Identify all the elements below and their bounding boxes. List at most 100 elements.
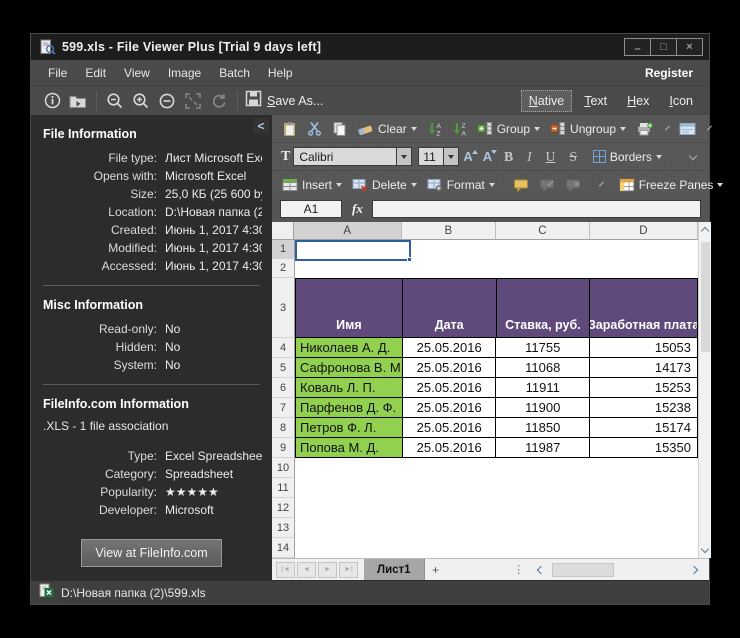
freeze-panes-button[interactable]: Freeze Panes xyxy=(615,176,728,194)
name-cell[interactable]: Коваль Л. П. xyxy=(295,378,403,398)
cut-button[interactable] xyxy=(303,119,326,138)
table-header-cell[interactable]: Заработная плата xyxy=(590,278,698,338)
rate-cell[interactable]: 11900 xyxy=(496,398,591,418)
scroll-up-icon[interactable] xyxy=(700,226,710,236)
table-header-cell[interactable]: Ставка, руб. xyxy=(496,278,591,338)
save-as-button[interactable]: Save As... xyxy=(245,90,323,112)
row-header-11[interactable]: 11 xyxy=(272,478,295,498)
splitter-dots-icon[interactable]: ⋮ xyxy=(513,563,524,576)
rate-cell[interactable]: 11850 xyxy=(496,418,591,438)
fit-window-button[interactable] xyxy=(180,89,206,113)
chevron-down-icon[interactable] xyxy=(688,151,698,160)
new-comment-button[interactable] xyxy=(509,176,533,194)
borders-button[interactable]: Borders xyxy=(589,148,666,166)
salary-cell[interactable]: 14173 xyxy=(590,358,698,378)
font-size-combobox[interactable]: 11 xyxy=(418,147,445,166)
register-link[interactable]: Register xyxy=(637,62,701,84)
next-sheet-button[interactable]: ► xyxy=(318,561,337,578)
prev-sheet-button[interactable]: ◄ xyxy=(297,561,316,578)
salary-cell[interactable]: 15350 xyxy=(590,438,698,458)
menu-image[interactable]: Image xyxy=(159,62,210,84)
scroll-right-icon[interactable] xyxy=(689,565,699,574)
strikethrough-button[interactable]: S xyxy=(563,149,583,165)
row-header-6[interactable]: 6 xyxy=(272,378,295,398)
formula-input[interactable] xyxy=(371,199,701,218)
row-header-1[interactable]: 1 xyxy=(272,240,295,259)
date-cell[interactable]: 25.05.2016 xyxy=(402,438,497,458)
bold-button[interactable]: B xyxy=(498,149,519,165)
font-size-dropdown-button[interactable] xyxy=(444,147,460,166)
row-header-5[interactable]: 5 xyxy=(272,358,295,378)
sort-descending-button[interactable]: ZA xyxy=(448,119,471,139)
date-cell[interactable]: 25.05.2016 xyxy=(402,338,497,358)
file-info-button[interactable] xyxy=(39,89,65,113)
name-cell[interactable]: Николаев А. Д. xyxy=(295,338,403,358)
ungroup-button[interactable]: Ungroup xyxy=(546,119,630,138)
panel-view-button[interactable] xyxy=(675,120,700,138)
mode-native[interactable]: Native xyxy=(520,89,573,112)
actual-size-button[interactable] xyxy=(154,89,180,113)
group-button[interactable]: Group xyxy=(473,119,544,138)
paste-button[interactable] xyxy=(278,119,301,139)
date-cell[interactable]: 25.05.2016 xyxy=(402,378,497,398)
menu-batch[interactable]: Batch xyxy=(210,62,259,84)
row-header-7[interactable]: 7 xyxy=(272,398,295,418)
name-cell[interactable]: Парфенов Д. Ф. xyxy=(295,398,403,418)
column-header-c[interactable]: C xyxy=(495,222,590,240)
zoom-in-button[interactable] xyxy=(128,89,154,113)
row-header-8[interactable]: 8 xyxy=(272,418,295,438)
format-button[interactable]: Format xyxy=(423,176,499,194)
row-header-13[interactable]: 13 xyxy=(272,518,295,538)
row-header-10[interactable]: 10 xyxy=(272,458,295,478)
print-options-button[interactable] xyxy=(632,119,658,138)
chevron-down-icon[interactable] xyxy=(598,181,604,186)
edit-comment-button[interactable] xyxy=(535,176,559,194)
date-cell[interactable]: 25.05.2016 xyxy=(402,418,497,438)
close-button[interactable]: × xyxy=(676,38,703,56)
chevron-down-icon[interactable] xyxy=(707,125,713,130)
delete-comment-button[interactable] xyxy=(561,176,585,194)
mode-hex[interactable]: Hex xyxy=(619,90,657,112)
vertical-scrollbar[interactable] xyxy=(698,222,711,558)
view-at-fileinfo-button[interactable]: View at FileInfo.com xyxy=(80,538,223,568)
select-all-corner[interactable] xyxy=(272,222,294,240)
row-header-4[interactable]: 4 xyxy=(272,338,295,358)
menu-view[interactable]: View xyxy=(115,62,159,84)
date-cell[interactable]: 25.05.2016 xyxy=(402,358,497,378)
font-name-dropdown-button[interactable] xyxy=(397,147,413,166)
sidebar-collapse-button[interactable]: < xyxy=(253,118,269,134)
rotate-button[interactable] xyxy=(206,89,232,113)
copy-button[interactable] xyxy=(328,119,351,139)
row-header-12[interactable]: 12 xyxy=(272,498,295,518)
last-sheet-button[interactable]: ►| xyxy=(339,561,358,578)
scroll-left-icon[interactable] xyxy=(537,565,546,574)
vertical-scroll-thumb[interactable] xyxy=(700,242,710,352)
open-folder-button[interactable] xyxy=(65,89,91,113)
salary-cell[interactable]: 15238 xyxy=(590,398,698,418)
menu-file[interactable]: File xyxy=(39,62,76,84)
insert-button[interactable]: Insert xyxy=(278,176,346,194)
cell-name-box[interactable]: A1 xyxy=(280,199,342,218)
menu-help[interactable]: Help xyxy=(259,62,302,84)
row-header-3[interactable]: 3 xyxy=(272,278,295,338)
rate-cell[interactable]: 11068 xyxy=(496,358,591,378)
font-name-combobox[interactable]: Calibri xyxy=(293,147,398,166)
name-cell[interactable]: Попова М. Д. xyxy=(295,438,403,458)
table-header-cell[interactable]: Имя xyxy=(295,278,403,338)
grow-font-button[interactable]: A xyxy=(459,149,478,164)
row-header-9[interactable]: 9 xyxy=(272,438,295,458)
column-header-a[interactable]: A xyxy=(293,222,402,240)
salary-cell[interactable]: 15053 xyxy=(590,338,698,358)
horizontal-scroll-thumb[interactable] xyxy=(552,562,615,577)
row-header-14[interactable]: 14 xyxy=(272,538,295,558)
sheet-tab-list1[interactable]: Лист1 xyxy=(364,559,425,580)
zoom-out-button[interactable] xyxy=(102,89,128,113)
menu-edit[interactable]: Edit xyxy=(76,62,115,84)
underline-button[interactable]: U xyxy=(540,149,562,165)
table-header-cell[interactable]: Дата xyxy=(402,278,497,338)
rate-cell[interactable]: 11987 xyxy=(496,438,591,458)
chevron-down-icon[interactable] xyxy=(665,125,671,130)
salary-cell[interactable]: 15253 xyxy=(590,378,698,398)
add-sheet-button[interactable]: + xyxy=(427,562,445,578)
name-cell[interactable]: Петров Ф. Л. xyxy=(295,418,403,438)
